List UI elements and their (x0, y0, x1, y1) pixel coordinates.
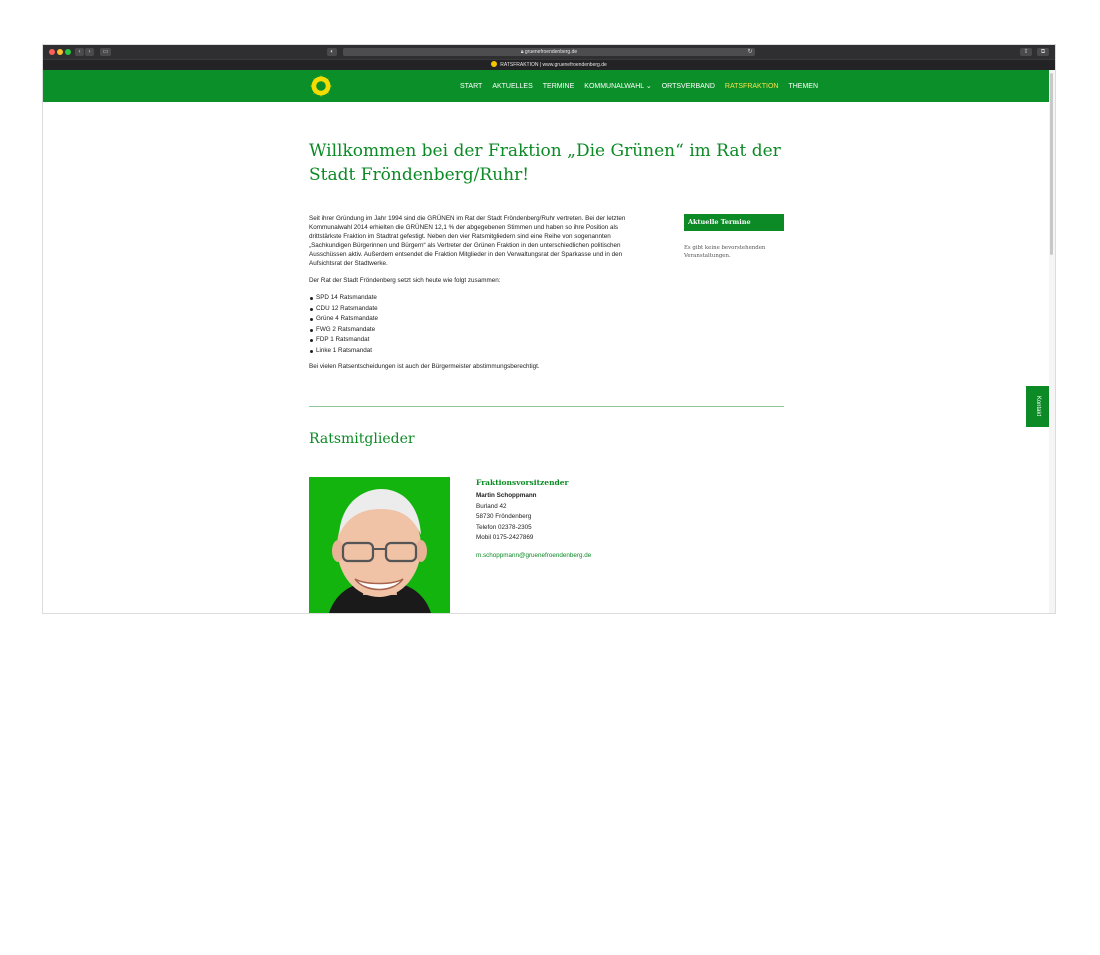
list-item: SPD 14 Ratsmandate (310, 293, 649, 304)
scrollbar-thumb[interactable] (1050, 73, 1053, 255)
nav-ortsverband[interactable]: ORTSVERBAND (662, 83, 715, 90)
close-window-button[interactable] (49, 49, 55, 55)
address-bar[interactable]: 🔒︎ gruenefroendenberg.de (343, 48, 755, 56)
sunflower-logo-icon[interactable] (310, 75, 332, 97)
footnote: Bei vielen Ratsentscheidungen ist auch d… (309, 363, 540, 370)
share-icon[interactable]: ⇧ (1020, 48, 1032, 56)
page-scrollbar[interactable] (1049, 70, 1055, 613)
main-navigation: START AKTUELLES TERMINE KOMMUNALWAHL ⌄ O… (460, 70, 828, 102)
tab-title: RATSFRAKTION | www.gruenefroendenberg.de (500, 62, 607, 68)
nav-ratsfraktion[interactable]: RATSFRAKTION (725, 83, 779, 90)
page-title: Willkommen bei der Fraktion „Die Grünen“… (309, 141, 781, 185)
member-name: Martin Schoppmann (476, 492, 537, 499)
reader-mode-icon[interactable]: ◐ (327, 48, 337, 56)
favicon-icon (491, 60, 498, 67)
composition-intro: Der Rat der Stadt Fröndenberg setzt sich… (309, 277, 501, 284)
seat-list: SPD 14 Ratsmandate CDU 12 Ratsmandate Gr… (309, 293, 649, 356)
kontakt-label: Kontakt (1035, 395, 1041, 417)
nav-start[interactable]: START (460, 83, 482, 90)
site-header: START AKTUELLES TERMINE KOMMUNALWAHL ⌄ O… (43, 70, 1049, 102)
sidebar-toggle-icon[interactable]: ▭ (100, 48, 111, 56)
nav-themen[interactable]: THEMEN (788, 83, 818, 90)
member-city: 58730 Fröndenberg (476, 513, 532, 520)
member-role: Fraktionsvorsitzender (476, 478, 569, 487)
nav-kommunalwahl[interactable]: KOMMUNALWAHL ⌄ (584, 82, 651, 90)
web-page: START AKTUELLES TERMINE KOMMUNALWAHL ⌄ O… (43, 70, 1049, 613)
sidebar-text: Es gibt keine bevorstehenden Veranstaltu… (684, 245, 766, 259)
kontakt-button[interactable]: Kontakt (1026, 386, 1049, 427)
back-button[interactable]: ‹ (75, 48, 84, 56)
intro-text: Seit ihrer Gründung im Jahr 1994 sind di… (309, 214, 649, 379)
sidebar-widget: Aktuelle Termine Es gibt keine bevorsteh… (684, 214, 784, 260)
intro-paragraph: Seit ihrer Gründung im Jahr 1994 sind di… (309, 215, 626, 267)
reload-icon[interactable]: ↻ (747, 48, 753, 56)
member-card: Fraktionsvorsitzender Martin Schoppmann … (476, 477, 676, 561)
nav-aktuelles[interactable]: AKTUELLES (492, 83, 532, 90)
browser-toolbar: ‹ › ▭ ◐ 🔒︎ gruenefroendenberg.de ↻ ⇧ ⧉ (43, 45, 1055, 59)
list-item: CDU 12 Ratsmandate (310, 304, 649, 315)
list-item: FWG 2 Ratsmandate (310, 325, 649, 336)
list-item: Linke 1 Ratsmandat (310, 346, 649, 357)
browser-window: ‹ › ▭ ◐ 🔒︎ gruenefroendenberg.de ↻ ⇧ ⧉ R… (43, 45, 1055, 613)
list-item: FDP 1 Ratsmandat (310, 335, 649, 346)
section-title: Ratsmitglieder (309, 431, 415, 447)
section-divider (309, 406, 784, 407)
forward-button[interactable]: › (85, 48, 94, 56)
lock-icon: 🔒︎ (520, 49, 524, 55)
member-street: Burland 42 (476, 502, 507, 510)
list-item: Grüne 4 Ratsmandate (310, 314, 649, 325)
member-mobile: Mobil 0175-2427869 (476, 534, 534, 541)
nav-termine[interactable]: TERMINE (543, 83, 575, 90)
portrait-image (309, 477, 450, 613)
zoom-window-button[interactable] (65, 49, 71, 55)
member-email-link[interactable]: m.schoppmann@gruenefroendenberg.de (476, 551, 676, 562)
tabs-overview-icon[interactable]: ⧉ (1037, 48, 1049, 56)
url-text: gruenefroendenberg.de (524, 49, 578, 55)
sidebar-heading[interactable]: Aktuelle Termine (684, 214, 784, 231)
member-phone: Telefon 02378-2305 (476, 523, 532, 531)
minimize-window-button[interactable] (57, 49, 63, 55)
member-photo (309, 477, 450, 613)
